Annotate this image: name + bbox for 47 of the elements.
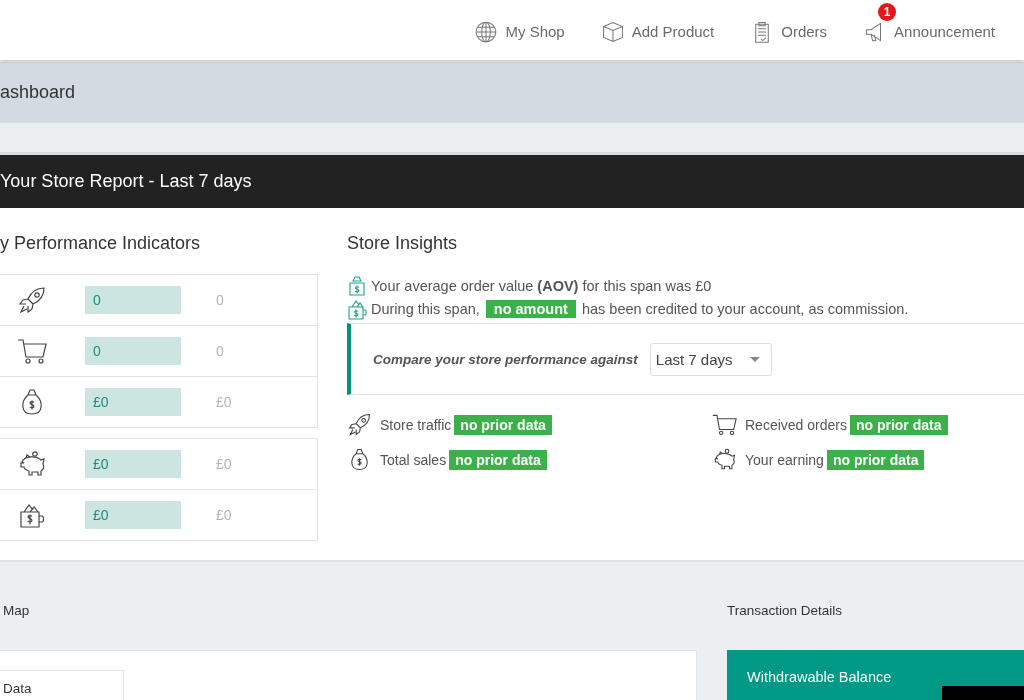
metric-label: Received orders bbox=[745, 416, 847, 433]
piggy-bank-icon bbox=[17, 449, 47, 479]
cart-icon bbox=[712, 412, 737, 437]
section-heading: Store Insights bbox=[347, 232, 459, 255]
highlight-label: no amount bbox=[485, 299, 576, 318]
section-heading: y Performance Indicators bbox=[0, 232, 202, 255]
box-icon bbox=[601, 21, 624, 43]
page-title: ashboard bbox=[0, 82, 76, 103]
money-bag-icon bbox=[347, 274, 367, 297]
legend-label: Data bbox=[3, 681, 32, 696]
kpi-value: 0 bbox=[85, 286, 181, 314]
insight-text: During this span, bbox=[371, 300, 480, 317]
period-dropdown[interactable]: Last 7 days bbox=[649, 342, 772, 376]
compare-label: Compare your store performance against bbox=[373, 351, 638, 367]
caret-icon bbox=[749, 356, 760, 362]
piggy-bank-icon bbox=[712, 447, 737, 472]
section-heading: Transaction Details bbox=[727, 602, 844, 620]
kpi-previous-value: £0 bbox=[216, 507, 232, 523]
kpi-previous-value: 0 bbox=[216, 343, 224, 359]
kpi-value: £0 bbox=[85, 501, 181, 529]
kpi-previous-value: £0 bbox=[216, 394, 232, 410]
status-label: no prior data bbox=[454, 414, 552, 435]
status-label: no prior data bbox=[826, 449, 925, 470]
nav-link[interactable]: My Shop bbox=[475, 21, 565, 43]
nav-link[interactable]: Announcement bbox=[864, 21, 995, 43]
report-title: Your Store Report - Last 7 days bbox=[0, 171, 252, 192]
cart-icon bbox=[17, 336, 47, 366]
section-heading: Map bbox=[2, 602, 31, 620]
notification-badge: 1 bbox=[878, 3, 897, 21]
insight-text: has been credited to your account, as commission. bbox=[581, 300, 909, 317]
kpi-previous-value: £0 bbox=[216, 456, 232, 472]
kpi-previous-value: 0 bbox=[216, 292, 224, 308]
metric-label: Store traffic bbox=[380, 416, 452, 433]
nav-link[interactable]: Orders bbox=[751, 21, 828, 43]
rocket-icon bbox=[347, 412, 372, 437]
nav-link[interactable]: Add Product bbox=[601, 21, 715, 43]
rocket-icon bbox=[17, 285, 47, 315]
kpi-value: 0 bbox=[85, 337, 181, 365]
status-label: no prior data bbox=[449, 449, 547, 470]
insight-text: Your average order value (AOV) for this span was £0 bbox=[371, 277, 712, 294]
kpi-value: £0 bbox=[85, 450, 181, 478]
kpi-value: £0 bbox=[85, 388, 181, 416]
balance-label: Withdrawable Balance bbox=[747, 668, 893, 686]
globe-icon bbox=[475, 21, 498, 43]
metric-label: Total sales bbox=[380, 451, 447, 468]
status-label: no prior data bbox=[849, 414, 948, 435]
metric-label: Your earning bbox=[745, 451, 824, 468]
